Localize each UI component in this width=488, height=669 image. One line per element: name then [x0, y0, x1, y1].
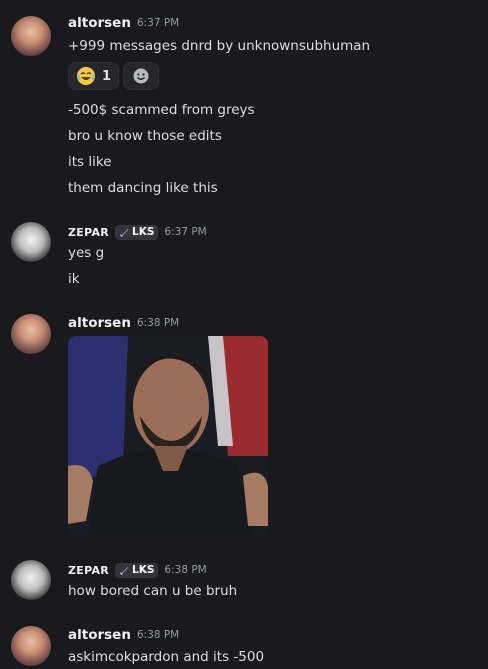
message-text: bro u know those edits [68, 128, 222, 144]
message-header: ZEPAR LKS 6:38 PM [68, 561, 207, 579]
message-text: askimcokpardon and its -500 [68, 649, 265, 665]
add-reaction-icon [133, 68, 149, 84]
username[interactable]: altorsen [68, 15, 131, 31]
avatar[interactable] [11, 626, 51, 666]
timestamp: 6:37 PM [164, 226, 207, 238]
message-header: ZEPAR LKS 6:37 PM [68, 223, 207, 241]
avatar[interactable] [11, 314, 51, 354]
message-text: yes g [68, 245, 105, 261]
joy-emoji-icon [77, 67, 95, 85]
message-text: them dancing like this [68, 180, 218, 196]
message-text: ik [68, 271, 80, 287]
reaction-count: 1 [102, 68, 112, 84]
gif-attachment[interactable] [68, 336, 268, 536]
timestamp: 6:38 PM [164, 564, 207, 576]
timestamp: 6:37 PM [136, 17, 180, 29]
avatar[interactable] [11, 560, 51, 600]
message-text: -500$ scammed from greys [68, 102, 255, 118]
avatar[interactable] [11, 222, 51, 262]
add-reaction-button[interactable] [123, 62, 160, 90]
reaction-bar: 1 [68, 62, 160, 90]
tag-label: LKS [132, 564, 155, 576]
message-header: altorsen 6:38 PM [68, 314, 179, 332]
message-text: its like [68, 154, 112, 170]
message-header: altorsen 6:37 PM [68, 14, 179, 32]
username[interactable]: altorsen [68, 315, 131, 331]
timestamp: 6:38 PM [136, 317, 180, 329]
username[interactable]: ZEPAR [68, 564, 109, 577]
gif-image [68, 336, 268, 536]
message-text: +999 messages dnrd by unknownsubhuman [68, 38, 371, 54]
reaction-joy[interactable]: 1 [68, 62, 120, 90]
username[interactable]: ZEPAR [68, 226, 109, 239]
username[interactable]: altorsen [68, 627, 131, 643]
timestamp: 6:38 PM [136, 629, 180, 641]
message-header: altorsen 6:38 PM [68, 626, 179, 644]
sword-icon [119, 566, 129, 575]
avatar[interactable] [11, 16, 51, 56]
tag-label: LKS [132, 226, 155, 238]
message-text: how bored can u be bruh [68, 583, 238, 599]
sword-icon [119, 228, 129, 237]
guild-tag[interactable]: LKS [115, 562, 159, 578]
guild-tag[interactable]: LKS [115, 224, 159, 240]
